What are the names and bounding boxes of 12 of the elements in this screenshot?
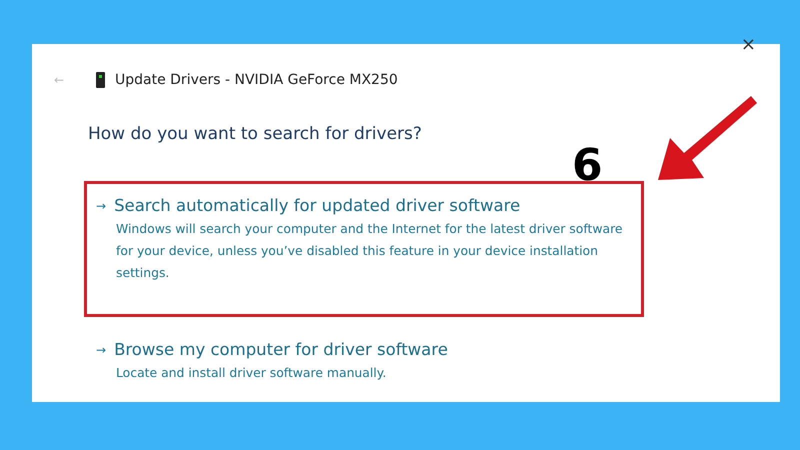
window-title: Update Drivers - NVIDIA GeForce MX250 bbox=[115, 72, 398, 88]
dialog-heading: How do you want to search for drivers? bbox=[88, 124, 423, 144]
step-number: 6 bbox=[572, 144, 603, 188]
highlighted-option[interactable] bbox=[84, 181, 644, 317]
driver-option[interactable]: → Browse my computer for driver software Locate and install driver software manually. bbox=[84, 325, 644, 417]
arrow-icon: → bbox=[96, 342, 106, 356]
option-description: Locate and install driver software manually. bbox=[116, 364, 388, 382]
option-description: Windows will search your computer and the Internet for the latest driver software for your device, unless you’ve disabled this feature in your device installation settings. bbox=[116, 220, 624, 282]
arrow-icon: → bbox=[96, 198, 106, 212]
device-icon bbox=[96, 72, 105, 88]
option-title: Search automatically for updated driver software bbox=[114, 196, 520, 215]
option-title: Browse my computer for driver software bbox=[114, 340, 448, 359]
